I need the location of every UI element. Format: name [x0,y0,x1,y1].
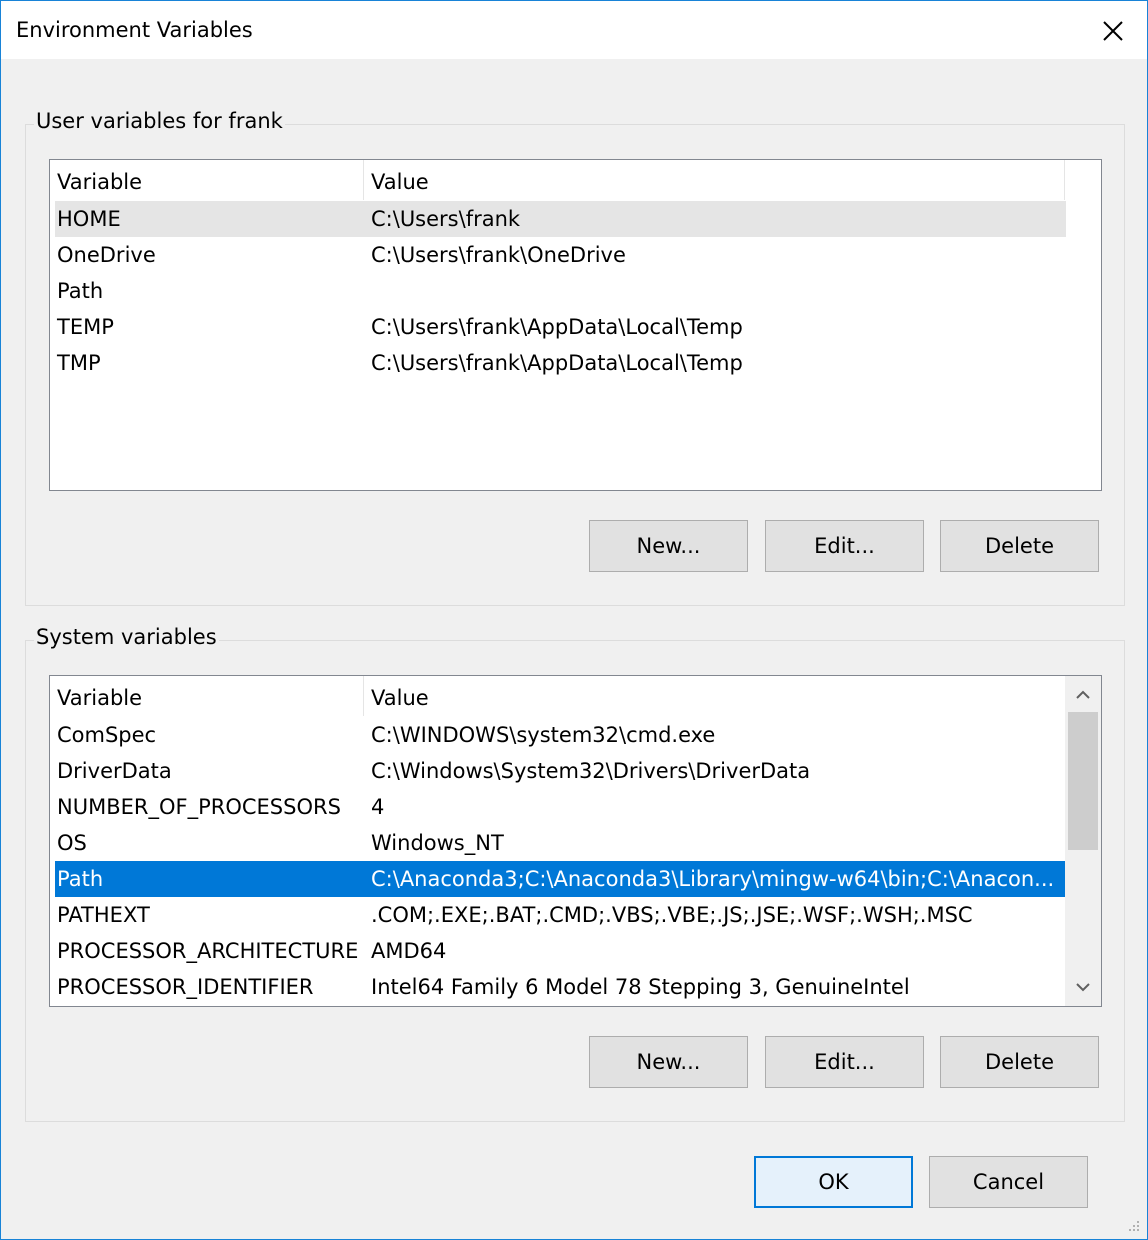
table-row[interactable]: PATHEXT .COM;.EXE;.BAT;.CMD;.VBS;.VBE;.J… [55,897,1066,933]
title-bar: Environment Variables [1,1,1147,59]
table-row[interactable]: OS Windows_NT [55,825,1066,861]
row-value: C:\Users\frank\AppData\Local\Temp [371,351,743,375]
table-row[interactable]: TEMP C:\Users\frank\AppData\Local\Temp [55,309,1066,345]
environment-variables-dialog: Environment Variables User variables for… [0,0,1148,1240]
user-new-button[interactable]: New... [589,520,748,572]
column-header-value[interactable]: Value [371,170,429,194]
user-variables-group: User variables for frank Variable Value … [25,109,1125,606]
table-row[interactable]: HOME C:\Users\frank [55,201,1066,237]
column-header-variable[interactable]: Variable [57,170,142,194]
column-divider[interactable] [1064,160,1065,200]
window-title: Environment Variables [16,18,253,42]
scrollbar-thumb[interactable] [1068,712,1098,850]
column-divider[interactable] [363,676,364,716]
row-variable: HOME [57,207,121,231]
table-row[interactable]: PROCESSOR_ARCHITECTURE AMD64 [55,933,1066,969]
system-variables-group: System variables Variable Value ComSpec … [25,625,1125,1122]
column-header-variable[interactable]: Variable [57,686,142,710]
system-variables-legend: System variables [34,625,219,649]
row-variable: Path [57,867,104,891]
row-value: C:\WINDOWS\system32\cmd.exe [371,723,716,747]
row-value: C:\Users\frank\AppData\Local\Temp [371,315,743,339]
vertical-scrollbar[interactable] [1065,676,1101,1006]
table-row[interactable]: PROCESSOR_IDENTIFIER Intel64 Family 6 Mo… [55,969,1066,1005]
row-value: Windows_NT [371,831,504,855]
chevron-up-icon[interactable] [1065,676,1101,712]
user-variables-legend: User variables for frank [34,109,285,133]
row-variable: DriverData [57,759,172,783]
row-variable: NUMBER_OF_PROCESSORS [57,795,341,819]
close-icon[interactable] [1095,13,1131,49]
row-variable: TEMP [57,315,114,339]
resize-grip-icon[interactable] [1125,1217,1141,1237]
row-variable: OneDrive [57,243,156,267]
row-value: Intel64 Family 6 Model 78 Stepping 3, Ge… [371,975,910,999]
table-row[interactable]: ComSpec C:\WINDOWS\system32\cmd.exe [55,717,1066,753]
row-variable: PATHEXT [57,903,150,927]
table-row[interactable]: TMP C:\Users\frank\AppData\Local\Temp [55,345,1066,381]
list-header: Variable Value [50,676,1065,716]
system-delete-button[interactable]: Delete [940,1036,1099,1088]
column-divider[interactable] [363,160,364,200]
system-edit-button[interactable]: Edit... [765,1036,924,1088]
list-header: Variable Value [50,160,1065,200]
user-edit-button[interactable]: Edit... [765,520,924,572]
row-value: AMD64 [371,939,447,963]
table-row[interactable]: DriverData C:\Windows\System32\Drivers\D… [55,753,1066,789]
row-variable: Path [57,279,104,303]
table-row-selected[interactable]: Path C:\Anaconda3;C:\Anaconda3\Library\m… [55,861,1066,897]
row-variable: PROCESSOR_ARCHITECTURE [57,939,359,963]
system-variables-list[interactable]: Variable Value ComSpec C:\WINDOWS\system… [49,675,1102,1007]
row-variable: ComSpec [57,723,157,747]
row-value: C:\Windows\System32\Drivers\DriverData [371,759,811,783]
row-variable: TMP [57,351,101,375]
row-value: C:\Users\frank [371,207,521,231]
user-delete-button[interactable]: Delete [940,520,1099,572]
system-new-button[interactable]: New... [589,1036,748,1088]
row-value: C:\Users\frank\OneDrive [371,243,626,267]
row-value: 4 [371,795,385,819]
column-header-value[interactable]: Value [371,686,429,710]
table-row[interactable]: Path [55,273,1066,309]
row-value: .COM;.EXE;.BAT;.CMD;.VBS;.VBE;.JS;.JSE;.… [371,903,973,927]
cancel-button[interactable]: Cancel [929,1156,1088,1208]
chevron-down-icon[interactable] [1065,970,1101,1006]
row-value: C:\Anaconda3;C:\Anaconda3\Library\mingw-… [371,867,1055,891]
ok-button[interactable]: OK [754,1156,913,1208]
user-variables-list[interactable]: Variable Value HOME C:\Users\frank OneDr… [49,159,1102,491]
row-variable: OS [57,831,87,855]
table-row[interactable]: OneDrive C:\Users\frank\OneDrive [55,237,1066,273]
table-row[interactable]: NUMBER_OF_PROCESSORS 4 [55,789,1066,825]
row-variable: PROCESSOR_IDENTIFIER [57,975,314,999]
